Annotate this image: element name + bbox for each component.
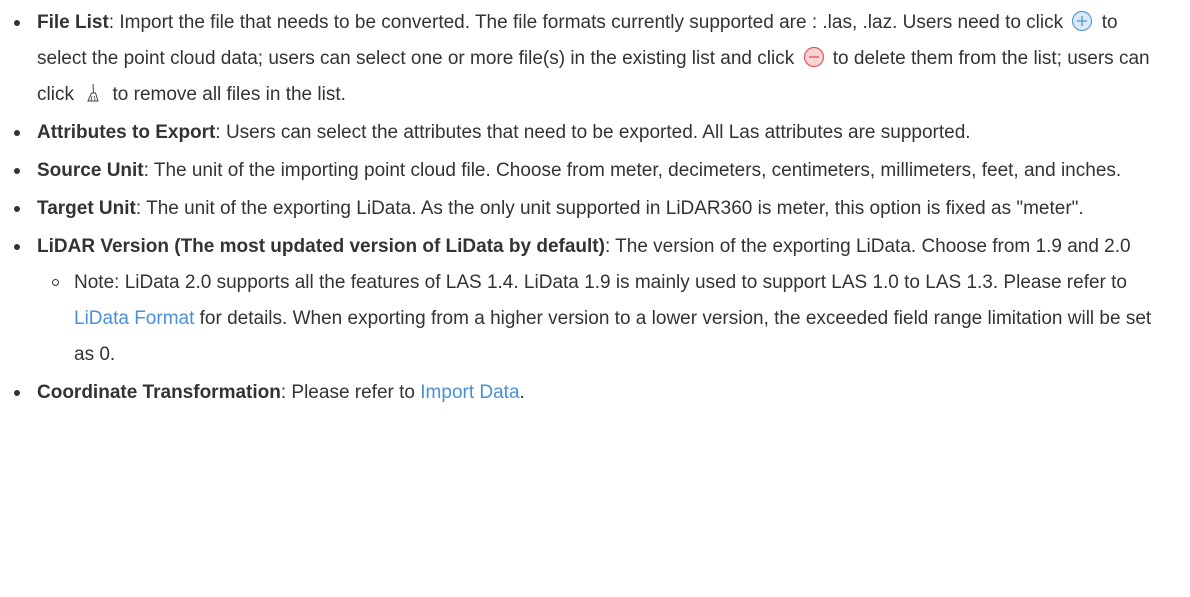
lidata-format-link[interactable]: LiData Format	[74, 308, 194, 329]
term-lidar-version: LiDAR Version (The most updated version …	[37, 236, 605, 257]
term-attributes-to-export: Attributes to Export	[37, 122, 216, 143]
term-file-list: File List	[37, 12, 109, 33]
term-coordinate-transformation: Coordinate Transformation	[37, 382, 281, 403]
parameter-list: File List: Import the file that needs to…	[0, 5, 1190, 411]
list-item-attributes-to-export: Attributes to Export: Users can select t…	[14, 115, 1190, 151]
desc-file-list-part1: : Import the file that needs to be conve…	[108, 12, 1069, 33]
desc-coordinate-transformation-part1: : Please refer to	[280, 382, 421, 403]
note-text-part1: Note: LiData 2.0 supports all the featur…	[74, 272, 1127, 293]
note-item: Note: LiData 2.0 supports all the featur…	[52, 265, 1160, 373]
add-circle-icon	[1071, 10, 1093, 32]
document-body: File List: Import the file that needs to…	[0, 0, 1190, 411]
term-target-unit: Target Unit	[37, 198, 136, 219]
desc-file-list-part4: to remove all files in the list.	[107, 84, 346, 105]
term-source-unit: Source Unit	[37, 160, 144, 181]
list-item-coordinate-transformation: Coordinate Transformation: Please refer …	[14, 375, 1190, 411]
desc-attributes-to-export: : Users can select the attributes that n…	[215, 122, 971, 143]
desc-coordinate-transformation-part2: .	[519, 382, 525, 403]
remove-circle-icon	[803, 46, 825, 68]
import-data-link[interactable]: Import Data	[420, 382, 519, 403]
list-item-target-unit: Target Unit: The unit of the exporting L…	[14, 191, 1190, 227]
note-text-part2: for details. When exporting from a highe…	[74, 308, 1152, 365]
desc-source-unit: : The unit of the importing point cloud …	[143, 160, 1122, 181]
desc-lidar-version: : The version of the exporting LiData. C…	[604, 236, 1131, 257]
desc-target-unit: : The unit of the exporting LiData. As t…	[135, 198, 1084, 219]
lidar-version-notes: Note: LiData 2.0 supports all the featur…	[37, 265, 1160, 373]
list-item-source-unit: Source Unit: The unit of the importing p…	[14, 153, 1190, 189]
broom-icon	[82, 82, 104, 104]
list-item-lidar-version: LiDAR Version (The most updated version …	[14, 229, 1190, 373]
list-item-file-list: File List: Import the file that needs to…	[14, 5, 1190, 113]
